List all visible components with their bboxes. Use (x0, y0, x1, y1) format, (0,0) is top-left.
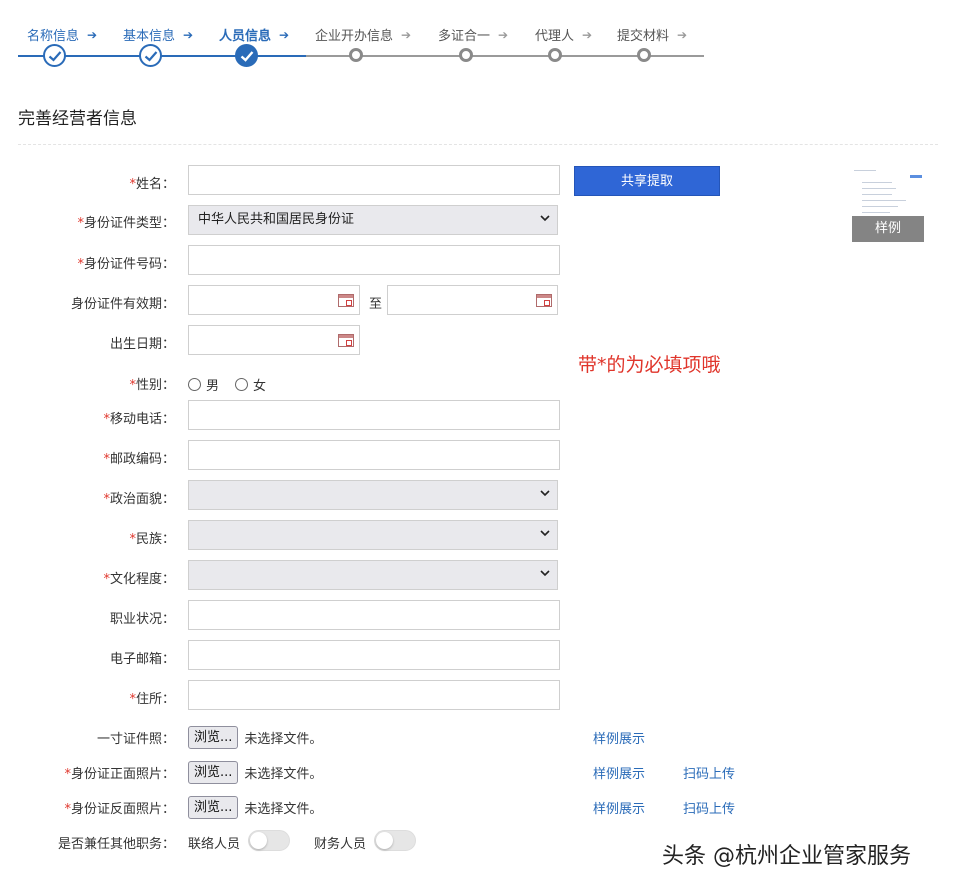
calendar-icon[interactable] (338, 334, 354, 347)
to-label: 至 (369, 297, 383, 312)
toggle-knob (250, 832, 267, 849)
chevron-down-icon (540, 490, 550, 497)
arrow-right-icon: ➔ (279, 27, 290, 42)
finance-label: 财务人员 (314, 837, 367, 852)
other-duty-label: 是否兼任其他职务： (57, 837, 175, 852)
address-label: *住所： (129, 692, 175, 707)
liaison-label: 联络人员 (188, 837, 241, 852)
step-label-basic[interactable]: 基本信息 ➔ (123, 25, 194, 45)
id-front-file-status: 未选择文件。 (244, 767, 323, 782)
id-validity-label: 身份证件有效期： (70, 297, 175, 312)
id-front-scan-upload-link[interactable]: 扫码上传 (683, 763, 735, 782)
chevron-down-icon (540, 530, 550, 537)
step-label-name[interactable]: 名称信息 ➔ (27, 25, 98, 45)
chevron-down-icon (540, 215, 550, 222)
section-divider (18, 144, 938, 145)
mobile-input[interactable] (188, 400, 560, 430)
id-back-file-upload[interactable]: 浏览... 未选择文件。 (188, 796, 322, 819)
political-select[interactable] (188, 480, 558, 510)
id-front-sample-link[interactable]: 样例展示 (593, 763, 645, 782)
email-input[interactable] (188, 640, 560, 670)
photo-browse-button[interactable]: 浏览... (188, 726, 239, 749)
gender-label: *性别： (129, 378, 175, 393)
postal-code-input[interactable] (188, 440, 560, 470)
occupation-input[interactable] (188, 600, 560, 630)
photo-label: 一寸证件照： (96, 732, 175, 747)
liaison-toggle[interactable] (248, 830, 290, 851)
arrow-right-icon: ➔ (677, 27, 688, 42)
id-front-browse-button[interactable]: 浏览... (188, 761, 239, 784)
step-pending-dot (548, 48, 562, 62)
name-input[interactable] (188, 165, 560, 195)
step-label-personnel[interactable]: 人员信息 ➔ (219, 25, 290, 45)
step-done-check-icon (43, 44, 66, 67)
photo-file-status: 未选择文件。 (244, 732, 323, 747)
id-front-label: *身份证正面照片： (64, 767, 175, 782)
step-active-check-icon (235, 44, 258, 67)
address-input[interactable] (188, 680, 560, 710)
id-back-browse-button[interactable]: 浏览... (188, 796, 239, 819)
calendar-icon[interactable] (536, 294, 552, 307)
share-extract-button[interactable]: 共享提取 (574, 166, 720, 196)
radio-circle-icon (235, 378, 248, 391)
chevron-down-icon (540, 570, 550, 577)
id-validity-start-input[interactable] (188, 285, 360, 315)
section-title: 完善经营者信息 (18, 109, 137, 129)
photo-sample-link[interactable]: 样例展示 (593, 728, 645, 747)
id-back-label: *身份证反面照片： (64, 802, 175, 817)
ethnic-label: *民族： (129, 532, 175, 547)
id-type-label: *身份证件类型： (77, 216, 175, 231)
id-validity-end-input[interactable] (387, 285, 558, 315)
arrow-right-icon: ➔ (498, 27, 509, 42)
toggle-knob (376, 832, 393, 849)
step-done-check-icon (139, 44, 162, 67)
arrow-right-icon: ➔ (582, 27, 593, 42)
birth-label: 出生日期： (109, 337, 175, 352)
arrow-right-icon: ➔ (87, 27, 98, 42)
step-pending-dot (637, 48, 651, 62)
id-back-sample-link[interactable]: 样例展示 (593, 798, 645, 817)
postal-label: *邮政编码： (103, 452, 175, 467)
step-label-multi-cert[interactable]: 多证合一 ➔ (438, 25, 509, 45)
arrow-right-icon: ➔ (183, 27, 194, 42)
arrow-right-icon: ➔ (401, 27, 412, 42)
finance-toggle[interactable] (374, 830, 416, 851)
sample-label: 样例 (852, 216, 924, 242)
education-label: *文化程度： (103, 572, 175, 587)
birth-date-input[interactable] (188, 325, 360, 355)
education-select[interactable] (188, 560, 558, 590)
step-label-enterprise[interactable]: 企业开办信息 ➔ (315, 25, 412, 45)
required-note: 带*的为必填项哦 (578, 354, 721, 376)
id-front-file-upload[interactable]: 浏览... 未选择文件。 (188, 761, 322, 784)
step-label-submit[interactable]: 提交材料 ➔ (617, 25, 688, 45)
email-label: 电子邮箱： (109, 652, 175, 667)
gender-female-radio[interactable]: 女 (235, 375, 266, 394)
sample-thumbnail[interactable]: 样例 (852, 166, 924, 244)
step-label-agent[interactable]: 代理人 ➔ (535, 25, 593, 45)
step-pending-dot (459, 48, 473, 62)
mobile-label: *移动电话： (103, 412, 175, 427)
gender-male-radio[interactable]: 男 (188, 375, 219, 394)
step-pending-dot (349, 48, 363, 62)
watermark: 头条 @杭州企业管家服务 (662, 844, 911, 869)
photo-file-upload[interactable]: 浏览... 未选择文件。 (188, 726, 322, 749)
ethnic-select[interactable] (188, 520, 558, 550)
id-type-select[interactable]: 中华人民共和国居民身份证 (188, 205, 558, 235)
id-number-input[interactable] (188, 245, 560, 275)
progress-stepper: 名称信息 ➔ 基本信息 ➔ 人员信息 ➔ 企业开办信息 ➔ 多证合一 ➔ 代理人 ➔ 提交材… (0, 0, 957, 80)
id-back-scan-upload-link[interactable]: 扫码上传 (683, 798, 735, 817)
name-label: *姓名： (129, 177, 175, 192)
occupation-label: 职业状况： (109, 612, 175, 627)
radio-circle-icon (188, 378, 201, 391)
id-back-file-status: 未选择文件。 (244, 802, 323, 817)
political-label: *政治面貌： (103, 492, 175, 507)
calendar-icon[interactable] (338, 294, 354, 307)
id-number-label: *身份证件号码： (77, 257, 175, 272)
